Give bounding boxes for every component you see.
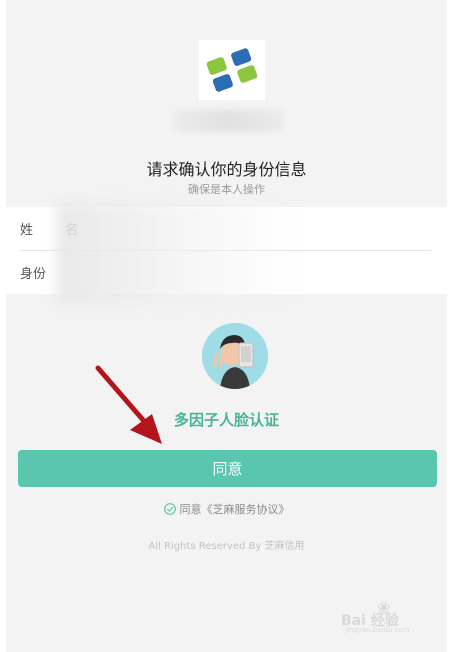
check-circle-icon (163, 503, 176, 515)
watermark-site: jingyan.baidu.com (345, 626, 410, 634)
agreement-link[interactable]: 同意《芝麻服务协议》 (6, 501, 447, 517)
name-field[interactable] (66, 215, 406, 241)
agreement-text: 同意《芝麻服务协议》 (179, 503, 290, 516)
face-selfie-avatar-icon (202, 323, 268, 389)
page-title: 请求确认你的身份信息 (146, 160, 307, 179)
agree-button[interactable]: 同意 (18, 450, 437, 487)
blurred-app-name (174, 110, 284, 132)
watermark: ❀ Bai 经验 jingyan.baidu.com (341, 598, 433, 640)
red-arrow-icon (90, 362, 170, 446)
face-auth-title: 多因子人脸认证 (173, 411, 279, 429)
identity-form: 姓 名 身份 (6, 203, 447, 303)
page-subtitle: 确保是本人操作 (188, 183, 265, 196)
page-frame: 请求确认你的身份信息 确保是本人操作 姓 名 身份 多因子人脸认证 同意 同意《… (0, 0, 453, 652)
footer-copyright: All Rights Reserved By 芝麻信用 (148, 541, 305, 552)
id-row: 身份 (6, 251, 447, 294)
id-label: 身份 (20, 267, 47, 282)
zhima-credit-logo-icon (199, 40, 265, 100)
name-row: 姓 名 (6, 207, 447, 250)
id-number-field[interactable] (66, 259, 406, 285)
